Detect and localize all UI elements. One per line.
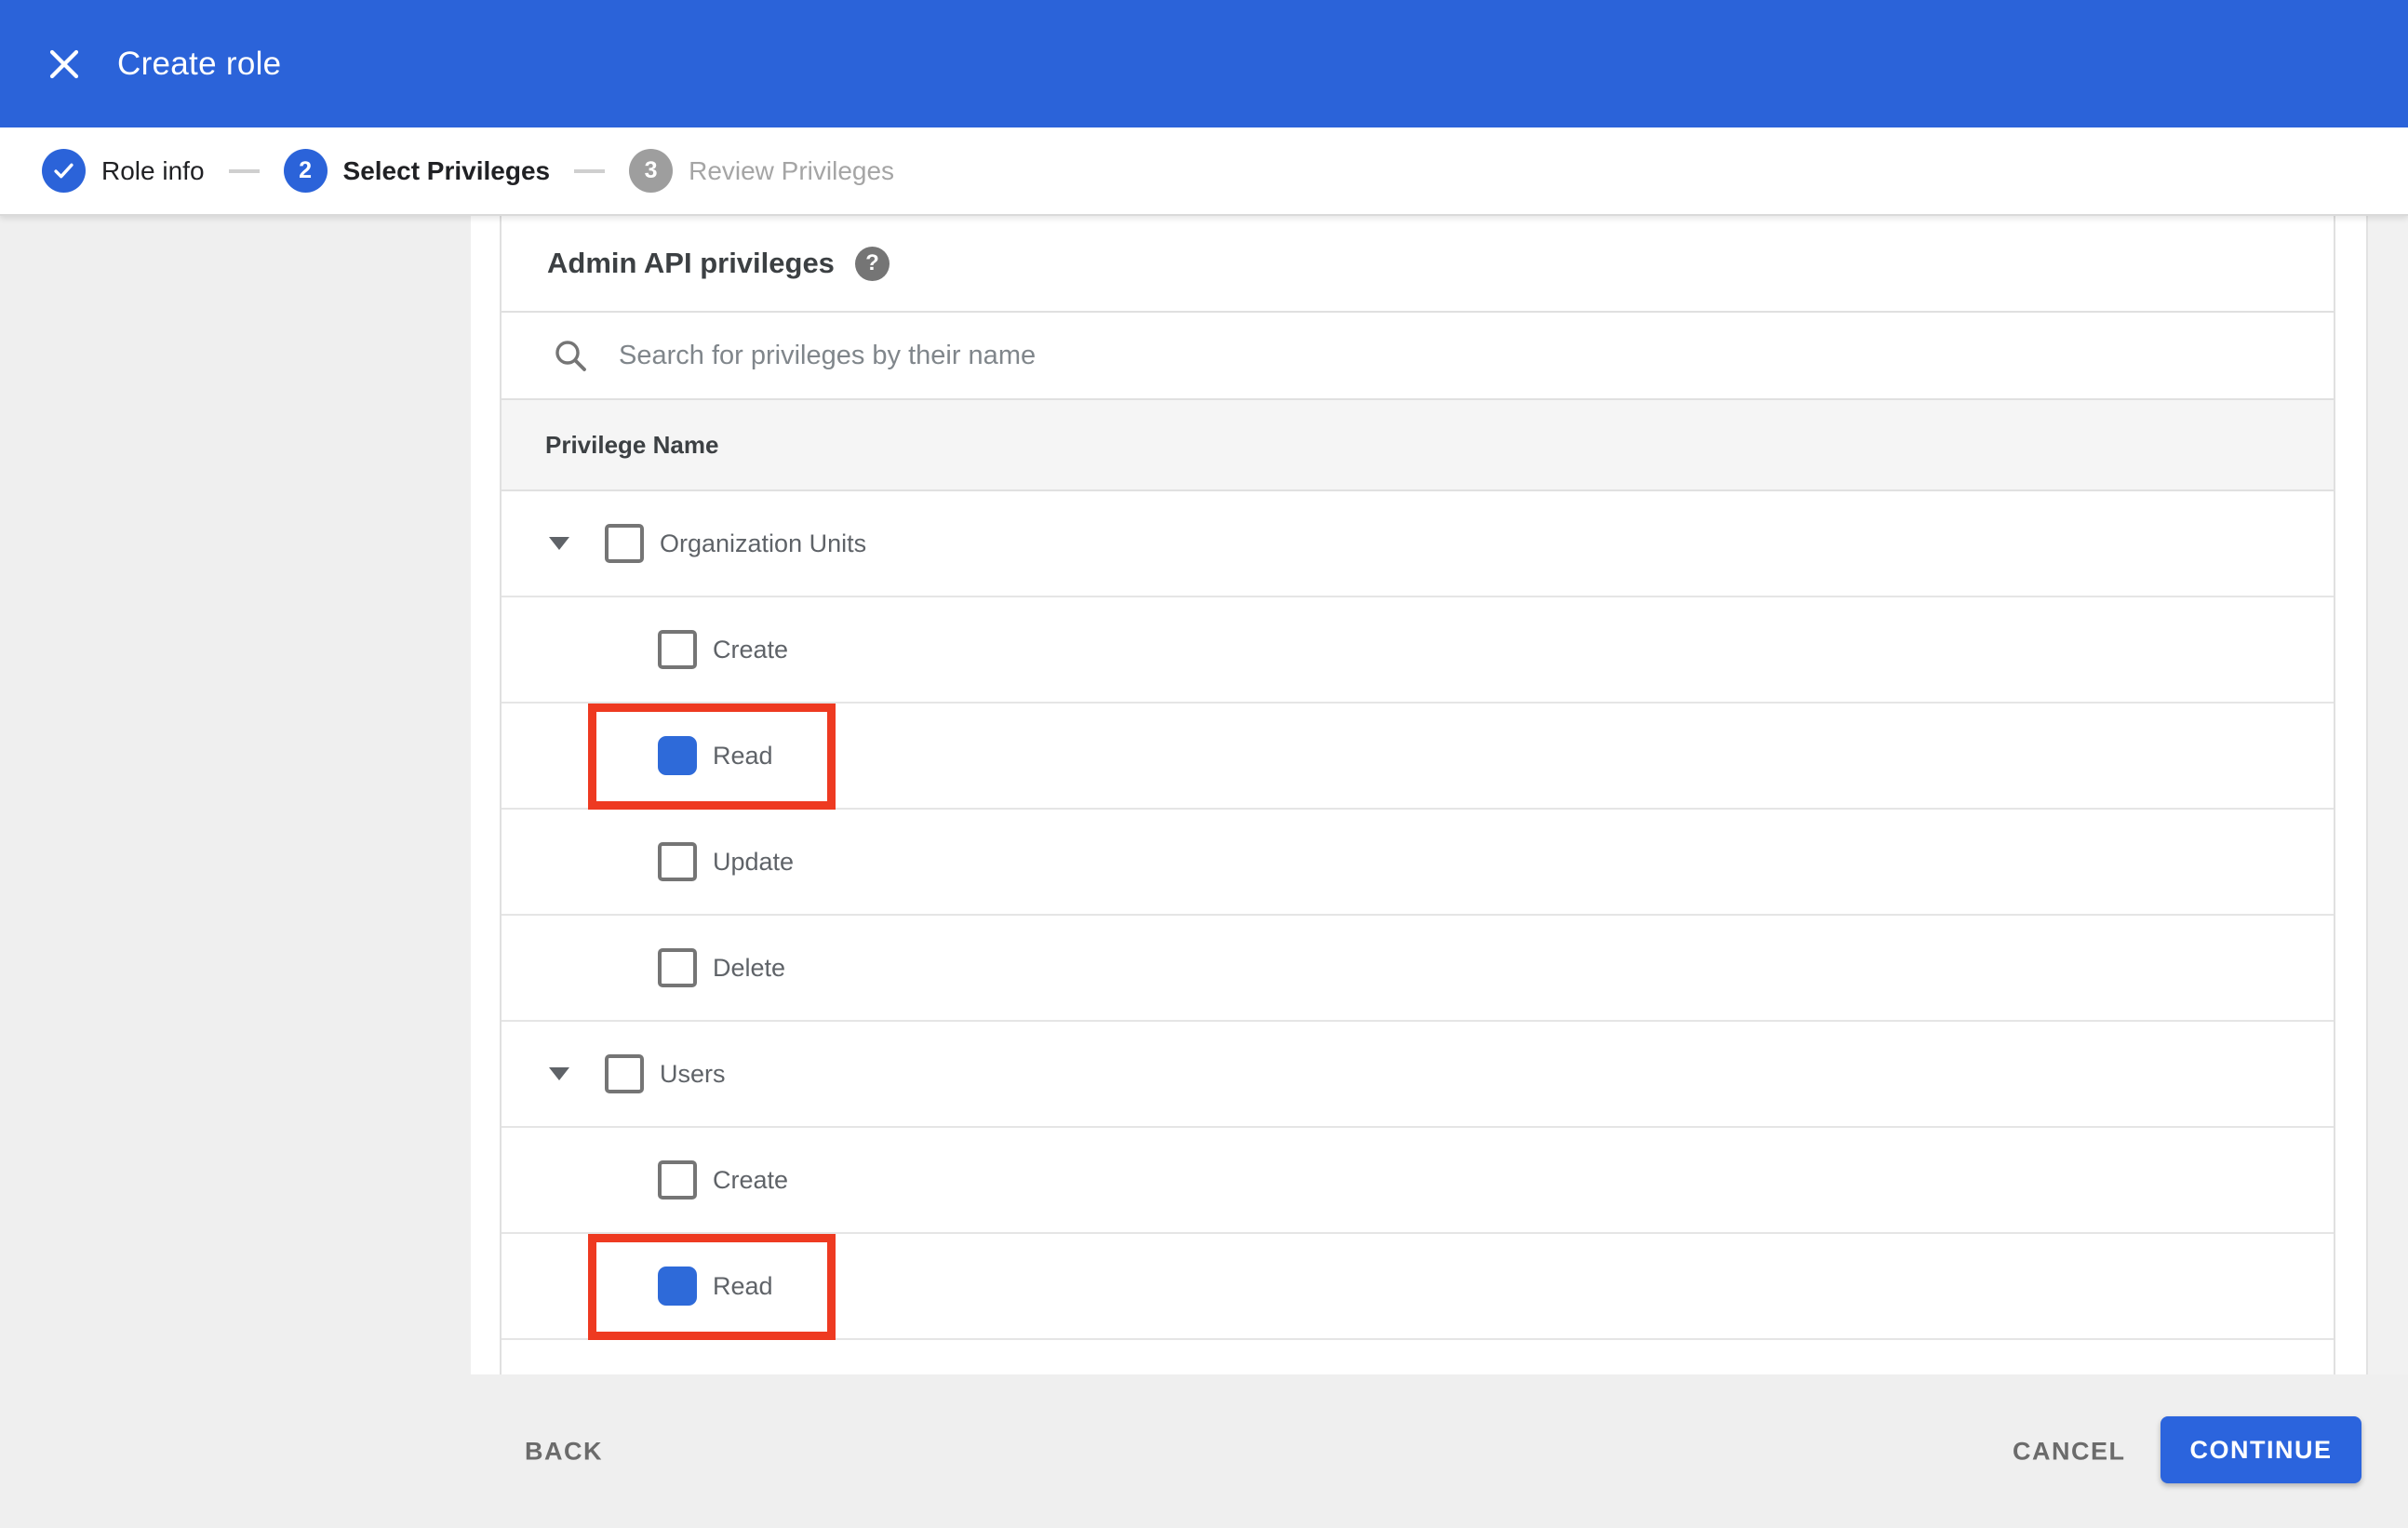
help-icon[interactable]: ? (854, 246, 890, 281)
close-icon[interactable] (41, 41, 87, 87)
step2-number: 2 (283, 149, 328, 193)
privilege-row[interactable]: Users (502, 1022, 2334, 1128)
privilege-label: Users (660, 1059, 726, 1088)
search-bar[interactable] (502, 313, 2334, 400)
stepper: Role info 2 Select Privileges 3 Review P… (0, 127, 2408, 216)
highlight-annotation (588, 1234, 836, 1340)
section-title: Admin API privileges (547, 247, 835, 279)
step1-check-icon (42, 149, 86, 193)
step-role-info[interactable]: Role info (42, 149, 205, 193)
privilege-label: Create (713, 635, 789, 663)
step2-label: Select Privileges (342, 155, 551, 185)
privilege-row[interactable]: Create (502, 1128, 2334, 1234)
privilege-label: Organization Units (660, 529, 867, 557)
step-select-privileges[interactable]: 2 Select Privileges (283, 149, 551, 193)
privilege-row[interactable]: Delete (502, 916, 2334, 1022)
privilege-label: Read (713, 741, 773, 770)
search-input[interactable] (617, 339, 2016, 372)
step-connector (574, 168, 606, 173)
privilege-rows: Organization Units Create Read Update De… (502, 491, 2334, 1340)
collapse-arrow-icon[interactable] (549, 537, 569, 550)
privilege-checkbox[interactable] (658, 1267, 697, 1306)
table-column-header: Privilege Name (502, 400, 2334, 491)
dialog-title: Create role (117, 45, 282, 82)
privilege-checkbox[interactable] (605, 1054, 644, 1093)
privileges-table: Admin API privileges ? Privilege Name Or… (500, 216, 2335, 1374)
section-header: Admin API privileges ? (502, 216, 2334, 313)
search-icon (555, 341, 586, 371)
privilege-label: Update (713, 847, 795, 876)
cancel-button[interactable]: CANCEL (2013, 1437, 2126, 1466)
step-connector (228, 168, 260, 173)
footer-bar: BACK CANCEL CONTINUE (0, 1374, 2408, 1528)
column-header-label: Privilege Name (545, 430, 719, 459)
step-review-privileges[interactable]: 3 Review Privileges (629, 149, 894, 193)
privilege-checkbox[interactable] (658, 630, 697, 669)
privilege-checkbox[interactable] (658, 842, 697, 881)
privilege-checkbox[interactable] (658, 736, 697, 775)
highlight-annotation (588, 704, 836, 810)
appbar: Create role (0, 0, 2408, 127)
content-card: Admin API privileges ? Privilege Name Or… (471, 216, 2366, 1374)
privilege-row[interactable]: Organization Units (502, 491, 2334, 597)
back-button[interactable]: BACK (525, 1437, 603, 1466)
privilege-label: Delete (713, 953, 786, 982)
privilege-row[interactable]: Create (502, 597, 2334, 704)
step1-label: Role info (101, 155, 205, 185)
left-panel (0, 216, 471, 1528)
step3-label: Review Privileges (689, 155, 895, 185)
privilege-checkbox[interactable] (605, 524, 644, 563)
privilege-checkbox[interactable] (658, 948, 697, 987)
scrollbar-track[interactable] (2366, 216, 2408, 1528)
privilege-row[interactable]: Update (502, 810, 2334, 916)
continue-button[interactable]: CONTINUE (2161, 1416, 2361, 1483)
privilege-label: Create (713, 1165, 789, 1194)
privilege-row[interactable]: Read (502, 704, 2334, 810)
privilege-checkbox[interactable] (658, 1160, 697, 1200)
privilege-row[interactable]: Read (502, 1234, 2334, 1340)
step3-number: 3 (629, 149, 674, 193)
collapse-arrow-icon[interactable] (549, 1067, 569, 1080)
privilege-label: Read (713, 1271, 773, 1300)
